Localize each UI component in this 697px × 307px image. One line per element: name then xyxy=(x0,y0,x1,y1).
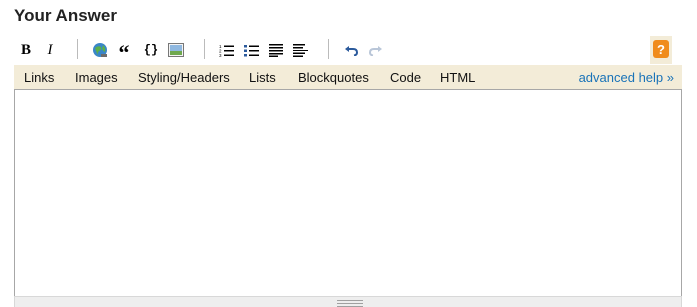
toolbar-divider xyxy=(328,39,329,59)
link-button[interactable] xyxy=(90,40,110,60)
help-tab-styling-headers[interactable]: Styling/Headers xyxy=(138,70,230,85)
advanced-help-link[interactable]: advanced help » xyxy=(579,70,674,85)
help-button[interactable]: ? xyxy=(653,40,669,58)
answer-text-area[interactable] xyxy=(14,89,682,297)
help-tab-links[interactable]: Links xyxy=(24,70,54,85)
redo-button[interactable] xyxy=(365,40,385,60)
markdown-help-bar: Links Images Styling/Headers Lists Block… xyxy=(14,65,682,89)
bulleted-list-button[interactable] xyxy=(241,40,261,60)
image-button[interactable] xyxy=(166,40,186,60)
help-tab-lists[interactable]: Lists xyxy=(249,70,276,85)
image-icon xyxy=(168,43,184,57)
help-tab-blockquotes[interactable]: Blockquotes xyxy=(298,70,369,85)
grip-icon xyxy=(337,300,363,307)
code-sample-button[interactable]: {} xyxy=(141,40,161,60)
blockquote-button[interactable]: “ xyxy=(114,40,134,64)
toolbar-divider xyxy=(77,39,78,59)
bulleted-list-icon xyxy=(243,44,259,57)
editor-toolbar: B I “ {} 1 2 3 ? xyxy=(14,36,682,64)
help-tab-code[interactable]: Code xyxy=(390,70,421,85)
undo-icon xyxy=(344,45,358,56)
section-heading: Your Answer xyxy=(14,6,117,25)
italic-button[interactable]: I xyxy=(40,40,60,60)
svg-text:3: 3 xyxy=(219,53,222,57)
horizontal-rule-icon xyxy=(292,43,308,57)
help-button-container: ? xyxy=(650,36,672,64)
horizontal-rule-button[interactable] xyxy=(290,40,310,60)
heading-button[interactable] xyxy=(266,40,286,60)
help-tab-html[interactable]: HTML xyxy=(440,70,475,85)
redo-icon xyxy=(368,45,382,56)
numbered-list-button[interactable]: 1 2 3 xyxy=(216,40,236,60)
bold-button[interactable]: B xyxy=(16,40,36,60)
numbered-list-icon: 1 2 3 xyxy=(219,44,234,57)
resize-handle[interactable] xyxy=(14,296,682,307)
toolbar-divider xyxy=(204,39,205,59)
undo-button[interactable] xyxy=(341,40,361,60)
hyperlink-globe-icon xyxy=(92,42,109,59)
help-tab-images[interactable]: Images xyxy=(75,70,118,85)
heading-icon xyxy=(269,43,283,57)
